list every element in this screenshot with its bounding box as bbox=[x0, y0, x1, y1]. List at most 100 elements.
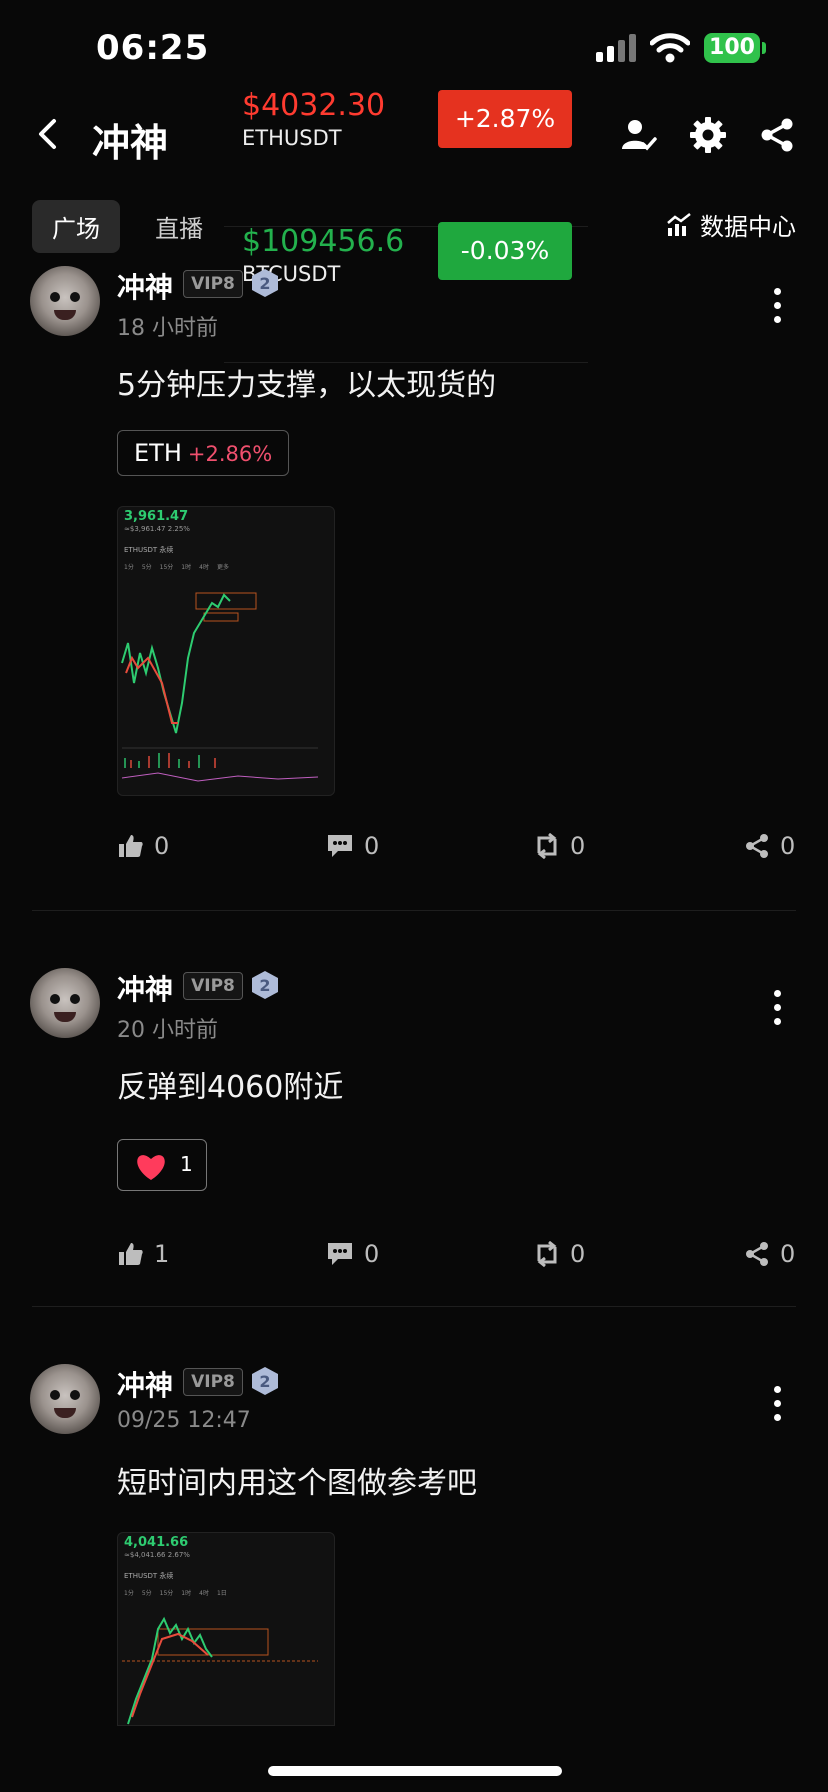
repost-icon bbox=[537, 833, 557, 859]
chart-interval-tabs: 1分 5分 15分 1时 4时 更多 bbox=[124, 562, 229, 571]
share-button[interactable]: 0 bbox=[744, 832, 795, 860]
vip-badge: VIP8 bbox=[183, 1368, 243, 1396]
status-time: 06:25 bbox=[96, 28, 210, 68]
ticker-symbol: ETHUSDT bbox=[242, 126, 342, 150]
repost-icon bbox=[537, 1241, 557, 1267]
gear-icon[interactable] bbox=[689, 116, 727, 154]
repost-count: 0 bbox=[570, 1240, 586, 1268]
chart-subprice: ≈$3,961.47 2.25% bbox=[124, 525, 190, 533]
like-count: 0 bbox=[154, 832, 170, 860]
post-time: 09/25 12:47 bbox=[117, 1408, 251, 1433]
battery-cap bbox=[762, 42, 766, 54]
heart-icon bbox=[137, 1155, 165, 1180]
more-options-icon[interactable] bbox=[772, 1386, 782, 1422]
share-button[interactable]: 0 bbox=[744, 1240, 795, 1268]
thumbs-up-icon bbox=[119, 835, 143, 857]
repost-button[interactable]: 0 bbox=[534, 832, 585, 860]
avatar[interactable] bbox=[30, 266, 100, 336]
home-indicator[interactable] bbox=[268, 1766, 562, 1776]
chart-interval: 1时 bbox=[181, 1590, 192, 1597]
page-title: 冲神 bbox=[92, 121, 169, 165]
like-button[interactable]: 1 bbox=[118, 1240, 169, 1268]
author-name[interactable]: 冲神 bbox=[117, 266, 173, 306]
level-number: 2 bbox=[259, 976, 270, 995]
candlestick-chart bbox=[122, 1616, 318, 1725]
chart-icon bbox=[667, 212, 691, 236]
feed-tabs: 广场 直播 bbox=[32, 200, 233, 253]
tab-plaza[interactable]: 广场 bbox=[32, 200, 120, 253]
author-name[interactable]: 冲神 bbox=[117, 1364, 173, 1404]
chart-pair: ETHUSDT 永续 bbox=[124, 1572, 174, 1580]
avatar[interactable] bbox=[30, 1364, 100, 1434]
chart-interval: 4时 bbox=[199, 1590, 209, 1597]
post-card: 冲神 VIP8 2 18 小时前 5分钟压力支撑，以太现货的 ETH +2.86%… bbox=[0, 266, 828, 906]
chart-interval: 4时 bbox=[199, 564, 209, 571]
chart-screenshot[interactable]: 3,961.47 ≈$3,961.47 2.25% ETHUSDT 永续 1分 5… bbox=[117, 506, 335, 796]
chevron-left-icon[interactable] bbox=[36, 118, 58, 150]
chart-interval: 1时 bbox=[181, 564, 192, 571]
more-options-icon[interactable] bbox=[772, 288, 782, 324]
chart-interval: 15分 bbox=[159, 564, 174, 571]
chart-pair: ETHUSDT 永续 bbox=[124, 546, 174, 554]
post-content: 短时间内用这个图做参考吧 bbox=[117, 1466, 477, 1501]
chart-interval: 5分 bbox=[141, 1590, 152, 1597]
post-actions: 1 0 0 0 bbox=[0, 1240, 828, 1280]
post-divider bbox=[32, 1306, 796, 1307]
level-number: 2 bbox=[259, 274, 270, 293]
level-number: 2 bbox=[259, 1372, 270, 1391]
like-button[interactable]: 0 bbox=[118, 832, 169, 860]
level-badge-icon: 2 bbox=[252, 1367, 278, 1395]
chart-interval: 1分 bbox=[124, 564, 134, 571]
like-count: 1 bbox=[154, 1240, 170, 1268]
chart-price: 4,041.66 bbox=[124, 1535, 189, 1550]
author-name[interactable]: 冲神 bbox=[117, 968, 173, 1008]
reaction-chip[interactable]: 1 bbox=[117, 1139, 207, 1191]
comment-button[interactable]: 0 bbox=[326, 1240, 379, 1268]
repost-button[interactable]: 0 bbox=[534, 1240, 585, 1268]
chart-interval: 15分 bbox=[159, 1590, 174, 1597]
chart-subprice: ≈$4,041.66 2.67% bbox=[124, 1551, 190, 1559]
share-icon[interactable] bbox=[758, 116, 796, 154]
comment-button[interactable]: 0 bbox=[326, 832, 379, 860]
candlestick-chart bbox=[121, 592, 319, 782]
ticker-eth[interactable]: $4032.30 ETHUSDT +2.87% bbox=[224, 88, 588, 227]
chart-interval: 1日 bbox=[216, 1590, 227, 1597]
tab-live[interactable]: 直播 bbox=[135, 200, 223, 253]
chart-screenshot[interactable]: 4,041.66 ≈$4,041.66 2.67% ETHUSDT 永续 1分 5… bbox=[117, 1532, 335, 1726]
chart-price: 3,961.47 bbox=[124, 509, 189, 524]
data-center-link[interactable]: 数据中心 bbox=[666, 207, 796, 242]
chart-interval: 更多 bbox=[216, 564, 229, 571]
post-time: 20 小时前 bbox=[117, 1018, 218, 1043]
thumbs-up-icon bbox=[119, 1243, 143, 1265]
vip-badge: VIP8 bbox=[183, 270, 243, 298]
battery-indicator: 100 bbox=[704, 33, 760, 63]
post-card: 冲神 VIP8 2 09/25 12:47 短时间内用这个图做参考吧 4,041… bbox=[0, 1364, 828, 1726]
share-count: 0 bbox=[780, 1240, 796, 1268]
more-options-icon[interactable] bbox=[772, 990, 782, 1026]
ticker-change-badge: +2.87% bbox=[438, 90, 572, 148]
post-time: 18 小时前 bbox=[117, 316, 218, 341]
share-icon bbox=[746, 834, 768, 858]
user-follow-icon[interactable] bbox=[620, 116, 658, 154]
comment-icon bbox=[328, 1243, 352, 1265]
post-actions: 0 0 0 0 bbox=[0, 832, 828, 872]
chart-interval-tabs: 1分 5分 15分 1时 4时 1日 bbox=[124, 1588, 227, 1597]
comment-count: 0 bbox=[364, 1240, 380, 1268]
reaction-count: 1 bbox=[180, 1152, 193, 1176]
coin-change: +2.86% bbox=[187, 442, 273, 466]
level-badge-icon: 2 bbox=[252, 269, 278, 297]
vip-badge: VIP8 bbox=[183, 972, 243, 1000]
coin-tag[interactable]: ETH +2.86% bbox=[117, 430, 290, 476]
repost-count: 0 bbox=[570, 832, 586, 860]
post-divider bbox=[32, 910, 796, 911]
comment-count: 0 bbox=[364, 832, 380, 860]
post-card: 冲神 VIP8 2 20 小时前 反弹到4060附近 1 1 0 0 0 bbox=[0, 968, 828, 1298]
comment-icon bbox=[328, 835, 352, 857]
data-center-label: 数据中心 bbox=[700, 213, 796, 241]
level-badge-icon: 2 bbox=[252, 971, 278, 999]
post-content: 5分钟压力支撑，以太现货的 bbox=[117, 368, 497, 403]
share-icon bbox=[746, 1242, 768, 1266]
avatar[interactable] bbox=[30, 968, 100, 1038]
wifi-icon bbox=[650, 33, 690, 63]
chart-interval: 1分 bbox=[124, 1590, 134, 1597]
